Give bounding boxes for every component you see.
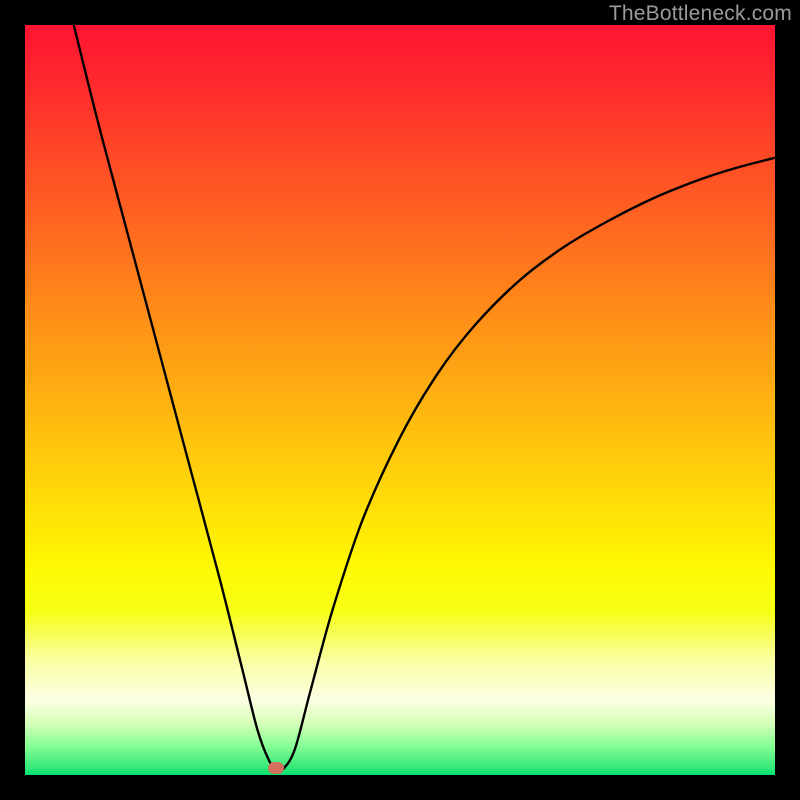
curve-svg — [25, 25, 775, 775]
bottleneck-curve — [74, 25, 775, 771]
minimum-marker — [268, 762, 284, 774]
chart-stage: TheBottleneck.com — [0, 0, 800, 800]
watermark-text: TheBottleneck.com — [609, 2, 792, 26]
plot-area — [25, 25, 775, 775]
